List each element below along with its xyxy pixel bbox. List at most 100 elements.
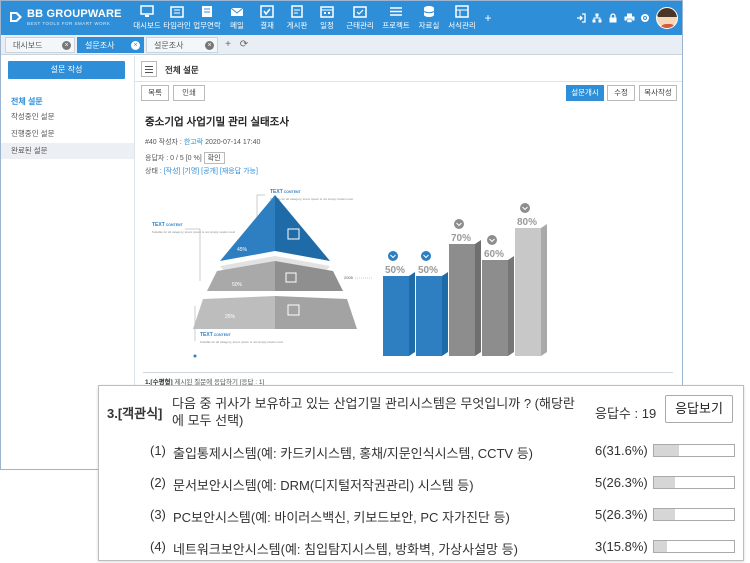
sidebar-item-completed[interactable]: 완료된 설문	[1, 143, 134, 159]
main-menu: 대시보드 타임라인 업무연락 메일 결재 게시판 일정 근태관리 프로젝트 자료…	[132, 1, 496, 35]
copy-create-button[interactable]: 복사작성	[639, 85, 677, 101]
menu-item-project[interactable]: 프로젝트	[378, 1, 414, 35]
user-avatar[interactable]	[656, 7, 678, 29]
text-block-top: TEXTCONTENT Suitable for all category, l…	[270, 189, 353, 201]
bar-side-4	[508, 256, 514, 356]
menu-add-button[interactable]: +	[480, 1, 496, 35]
response-bar	[653, 444, 735, 457]
list-button[interactable]: 목록	[141, 85, 169, 101]
survey-meta: #40 작성자 : 한고락 2020-07-14 17:40	[145, 139, 261, 146]
infographic-image: TEXTCONTENT Suitable for all category, l…	[152, 189, 547, 358]
question-number: 3.[객관식]	[107, 406, 163, 421]
menu-item-dashboard[interactable]: 대시보드	[132, 1, 162, 35]
tab-dashboard[interactable]: 대시보드 ×	[5, 37, 75, 53]
response-bar	[653, 476, 735, 489]
menu-item-archive[interactable]: 자료실	[414, 1, 444, 35]
approval-icon	[260, 5, 274, 18]
menu-item-board[interactable]: 게시판	[282, 1, 312, 35]
menu-item-approval[interactable]: 결재	[252, 1, 282, 35]
logo-tagline: BEST TOOLS FOR SMART WORK	[27, 21, 111, 26]
option-row: (3) PC보안시스템(예: 바이러스백신, 키보드보안, PC 자가진단 등)…	[99, 507, 745, 529]
contact-icon	[202, 6, 212, 17]
logo[interactable]: BB GROUPWARE BEST TOOLS FOR SMART WORK	[9, 7, 127, 29]
menu-item-calendar[interactable]: 일정	[312, 1, 342, 35]
view-responses-button[interactable]: 응답보기	[665, 395, 733, 423]
bar-3	[449, 244, 475, 356]
response-bar	[653, 540, 735, 553]
logo-text: BB GROUPWARE	[27, 8, 122, 20]
archive-icon	[423, 6, 435, 17]
axis-label: 2005	[344, 275, 354, 280]
chevron-down-icon	[421, 251, 431, 261]
pyramid-label-bottom: 25%	[225, 314, 236, 320]
print-icon[interactable]	[621, 6, 637, 30]
edit-button[interactable]: 수정	[607, 85, 635, 101]
chevron-down-icon	[388, 251, 398, 261]
publish-button[interactable]: 설문개시	[566, 85, 604, 101]
svg-text:Suitable for all category, lor: Suitable for all category, lorem ipsum i…	[270, 197, 353, 201]
tab-bar: 대시보드 × 설문조사 × 설문조사 × + ⟳	[1, 35, 682, 55]
monitor-icon	[140, 5, 154, 17]
option-row: (1) 출입통제시스템(예: 카드키시스템, 홍채/지문인식시스템, CCTV …	[99, 443, 745, 465]
bar-5	[515, 228, 541, 356]
top-bar: BB GROUPWARE BEST TOOLS FOR SMART WORK 대…	[1, 1, 682, 35]
sidebar-item-drafting[interactable]: 작성중인 설문	[1, 109, 134, 125]
settings-icon[interactable]	[637, 6, 653, 30]
tab-survey-active[interactable]: 설문조사 ×	[77, 37, 144, 53]
login-icon[interactable]	[573, 6, 589, 30]
option-row: (4) 네트워크보안시스템(예: 침입탐지시스템, 방화벽, 가상사설망 등) …	[99, 539, 745, 561]
bar-label-4: 60%	[484, 249, 504, 260]
bar-label-3: 70%	[451, 233, 471, 244]
menu-item-attendance[interactable]: 근태관리	[342, 1, 378, 35]
close-icon[interactable]: ×	[62, 41, 71, 50]
bar-label-1: 50%	[385, 265, 405, 276]
add-tab-icon[interactable]: +	[221, 38, 235, 52]
menu-item-mail[interactable]: 메일	[222, 1, 252, 35]
bar-1	[383, 276, 409, 356]
menu-item-form[interactable]: 서식관리	[444, 1, 480, 35]
option-row: (2) 문서보안시스템(예: DRM(디지털저작권관리) 시스템 등) 5(26…	[99, 475, 745, 497]
survey-title: 중소기업 사업기밀 관리 실태조사	[145, 116, 289, 128]
response-bar	[653, 508, 735, 521]
close-icon[interactable]: ×	[131, 41, 140, 50]
status-line: 상태 : [작성] [기명] [공개] [재응답 가능]	[145, 168, 258, 175]
logo-mark-icon	[10, 12, 22, 22]
bar-2	[416, 276, 442, 356]
svg-text:Suitable for all category, lor: Suitable for all category, lorem ipsum i…	[200, 340, 283, 344]
timeline-icon	[170, 6, 184, 18]
chevron-down-icon	[487, 235, 497, 245]
zoomed-question-panel: 3.[객관식] 다음 중 귀사가 보유하고 있는 산업기밀 관리시스템은 무엇입…	[98, 385, 744, 561]
calendar-icon	[320, 6, 334, 18]
bar-label-2: 50%	[418, 265, 438, 276]
create-survey-button[interactable]: 설문 작성	[8, 61, 125, 79]
sidebar-item-ongoing[interactable]: 진행중인 설문	[1, 126, 134, 142]
page-title: 전체 설문	[165, 65, 199, 75]
svg-text:TEXTCONTENT: TEXTCONTENT	[270, 189, 302, 195]
content-header: 전체 설문	[135, 56, 682, 82]
confirm-button[interactable]: 확인	[203, 152, 225, 164]
bar-side-5	[541, 224, 547, 356]
close-icon[interactable]: ×	[205, 41, 214, 50]
sitemap-icon[interactable]	[589, 6, 605, 30]
bar-side-1	[409, 272, 415, 356]
menu-item-timeline[interactable]: 타임라인	[162, 1, 192, 35]
question-text: 다음 중 귀사가 보유하고 있는 산업기밀 관리시스템은 무엇입니까 ? (해당…	[172, 396, 575, 428]
text-block-bottom: TEXTCONTENT Suitable for all category, l…	[200, 332, 283, 344]
author-link[interactable]: 한고락	[184, 139, 203, 146]
chevron-down-icon	[454, 219, 464, 229]
refresh-icon[interactable]: ⟳	[237, 38, 251, 52]
top-right-tools	[573, 6, 678, 30]
response-count: 응답수 : 19	[595, 406, 657, 421]
menu-toggle-icon[interactable]	[141, 61, 157, 77]
lock-icon[interactable]	[605, 6, 621, 30]
menu-item-contact[interactable]: 업무연락	[192, 1, 222, 35]
sidebar-section-all[interactable]: 전체 설문	[11, 96, 43, 107]
board-icon	[291, 5, 303, 18]
print-button[interactable]: 인쇄	[173, 85, 205, 101]
bar-4	[482, 260, 508, 356]
mail-icon	[230, 7, 244, 16]
chevron-down-icon	[520, 203, 530, 213]
project-icon	[390, 7, 402, 16]
attendance-icon	[353, 6, 367, 18]
tab-survey[interactable]: 설문조사 ×	[146, 37, 218, 53]
